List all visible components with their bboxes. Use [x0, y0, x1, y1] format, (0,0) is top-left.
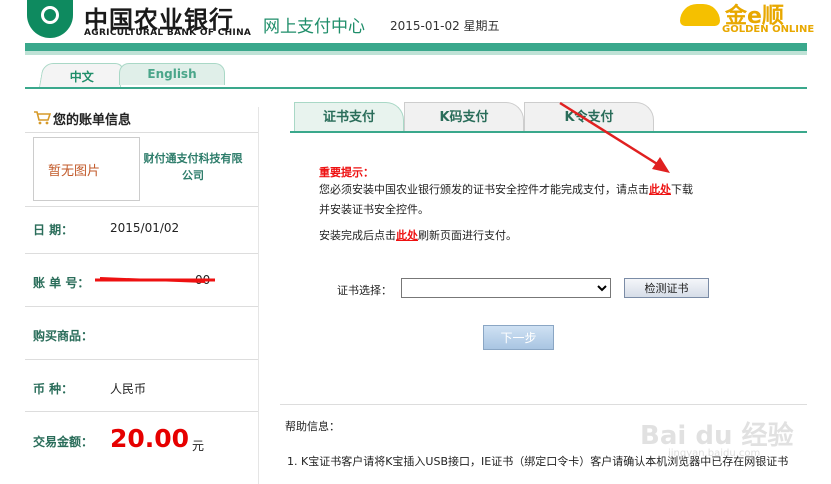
bank-name-en: AGRICULTURAL BANK OF CHINA	[84, 28, 252, 38]
bill-info-title: 您的账单信息	[53, 113, 132, 128]
currency-label: 币 种：	[33, 382, 74, 396]
refresh-link[interactable]: 此处	[396, 229, 418, 242]
notice-line-3-text: 安装完成后点击	[319, 229, 396, 242]
help-title: 帮助信息：	[285, 420, 340, 433]
check-cert-button[interactable]: 检测证书	[624, 278, 709, 298]
tab-kcode-pay[interactable]: K码支付	[404, 102, 524, 132]
merchant-image-placeholder: 暂无图片	[48, 164, 101, 179]
cart-icon	[34, 111, 51, 125]
tab-chinese[interactable]: 中文	[38, 63, 126, 88]
cert-select-label: 证书选择：	[337, 284, 392, 297]
panel-divider	[258, 107, 259, 484]
header-bar	[25, 43, 807, 51]
divider	[25, 132, 258, 133]
date-label: 日 期：	[33, 223, 74, 237]
notice-line-3-tail: 刷新页面进行支付。	[418, 229, 517, 242]
gateway-title: 网上支付中心	[263, 17, 365, 37]
help-divider	[280, 404, 807, 405]
header-date: 2015-01-02 星期五	[390, 19, 500, 33]
amount-unit: 元	[192, 439, 205, 453]
product-label: 购买商品：	[33, 329, 94, 343]
tab-underline	[25, 87, 807, 89]
divider	[25, 359, 258, 360]
divider	[25, 411, 258, 412]
red-arrow-annotation	[559, 101, 670, 173]
header-bar-shadow	[25, 51, 807, 55]
baidu-watermark-url: jingyan.baidu.com	[668, 448, 761, 459]
next-step-button[interactable]: 下一步	[483, 325, 554, 350]
bill-no-label: 账 单 号：	[33, 276, 90, 290]
notice-line-3: 安装完成后点击此处刷新页面进行支付。	[319, 228, 517, 244]
golden-logo-en: GOLDEN ONLINE	[722, 24, 815, 35]
amount-label: 交易金额：	[33, 435, 94, 449]
merchant-name: 财付通支付科技有限公司	[143, 152, 243, 182]
divider	[25, 306, 258, 307]
divider	[25, 206, 258, 207]
currency-value: 人民币	[110, 382, 147, 396]
notice-title: 重要提示：	[319, 166, 374, 179]
gold-ingot-icon	[680, 4, 720, 26]
divider	[25, 253, 258, 254]
tab-cert-pay[interactable]: 证书支付	[294, 102, 404, 132]
notice-line-2: 并安装证书安全控件。	[319, 203, 429, 216]
redaction-mark	[95, 277, 215, 283]
amount-value: 20.00	[110, 424, 190, 453]
cert-select[interactable]	[401, 278, 611, 298]
date-value: 2015/01/02	[110, 221, 180, 235]
tab-english[interactable]: English	[119, 63, 225, 85]
baidu-watermark: Bai du 经验	[640, 421, 794, 451]
